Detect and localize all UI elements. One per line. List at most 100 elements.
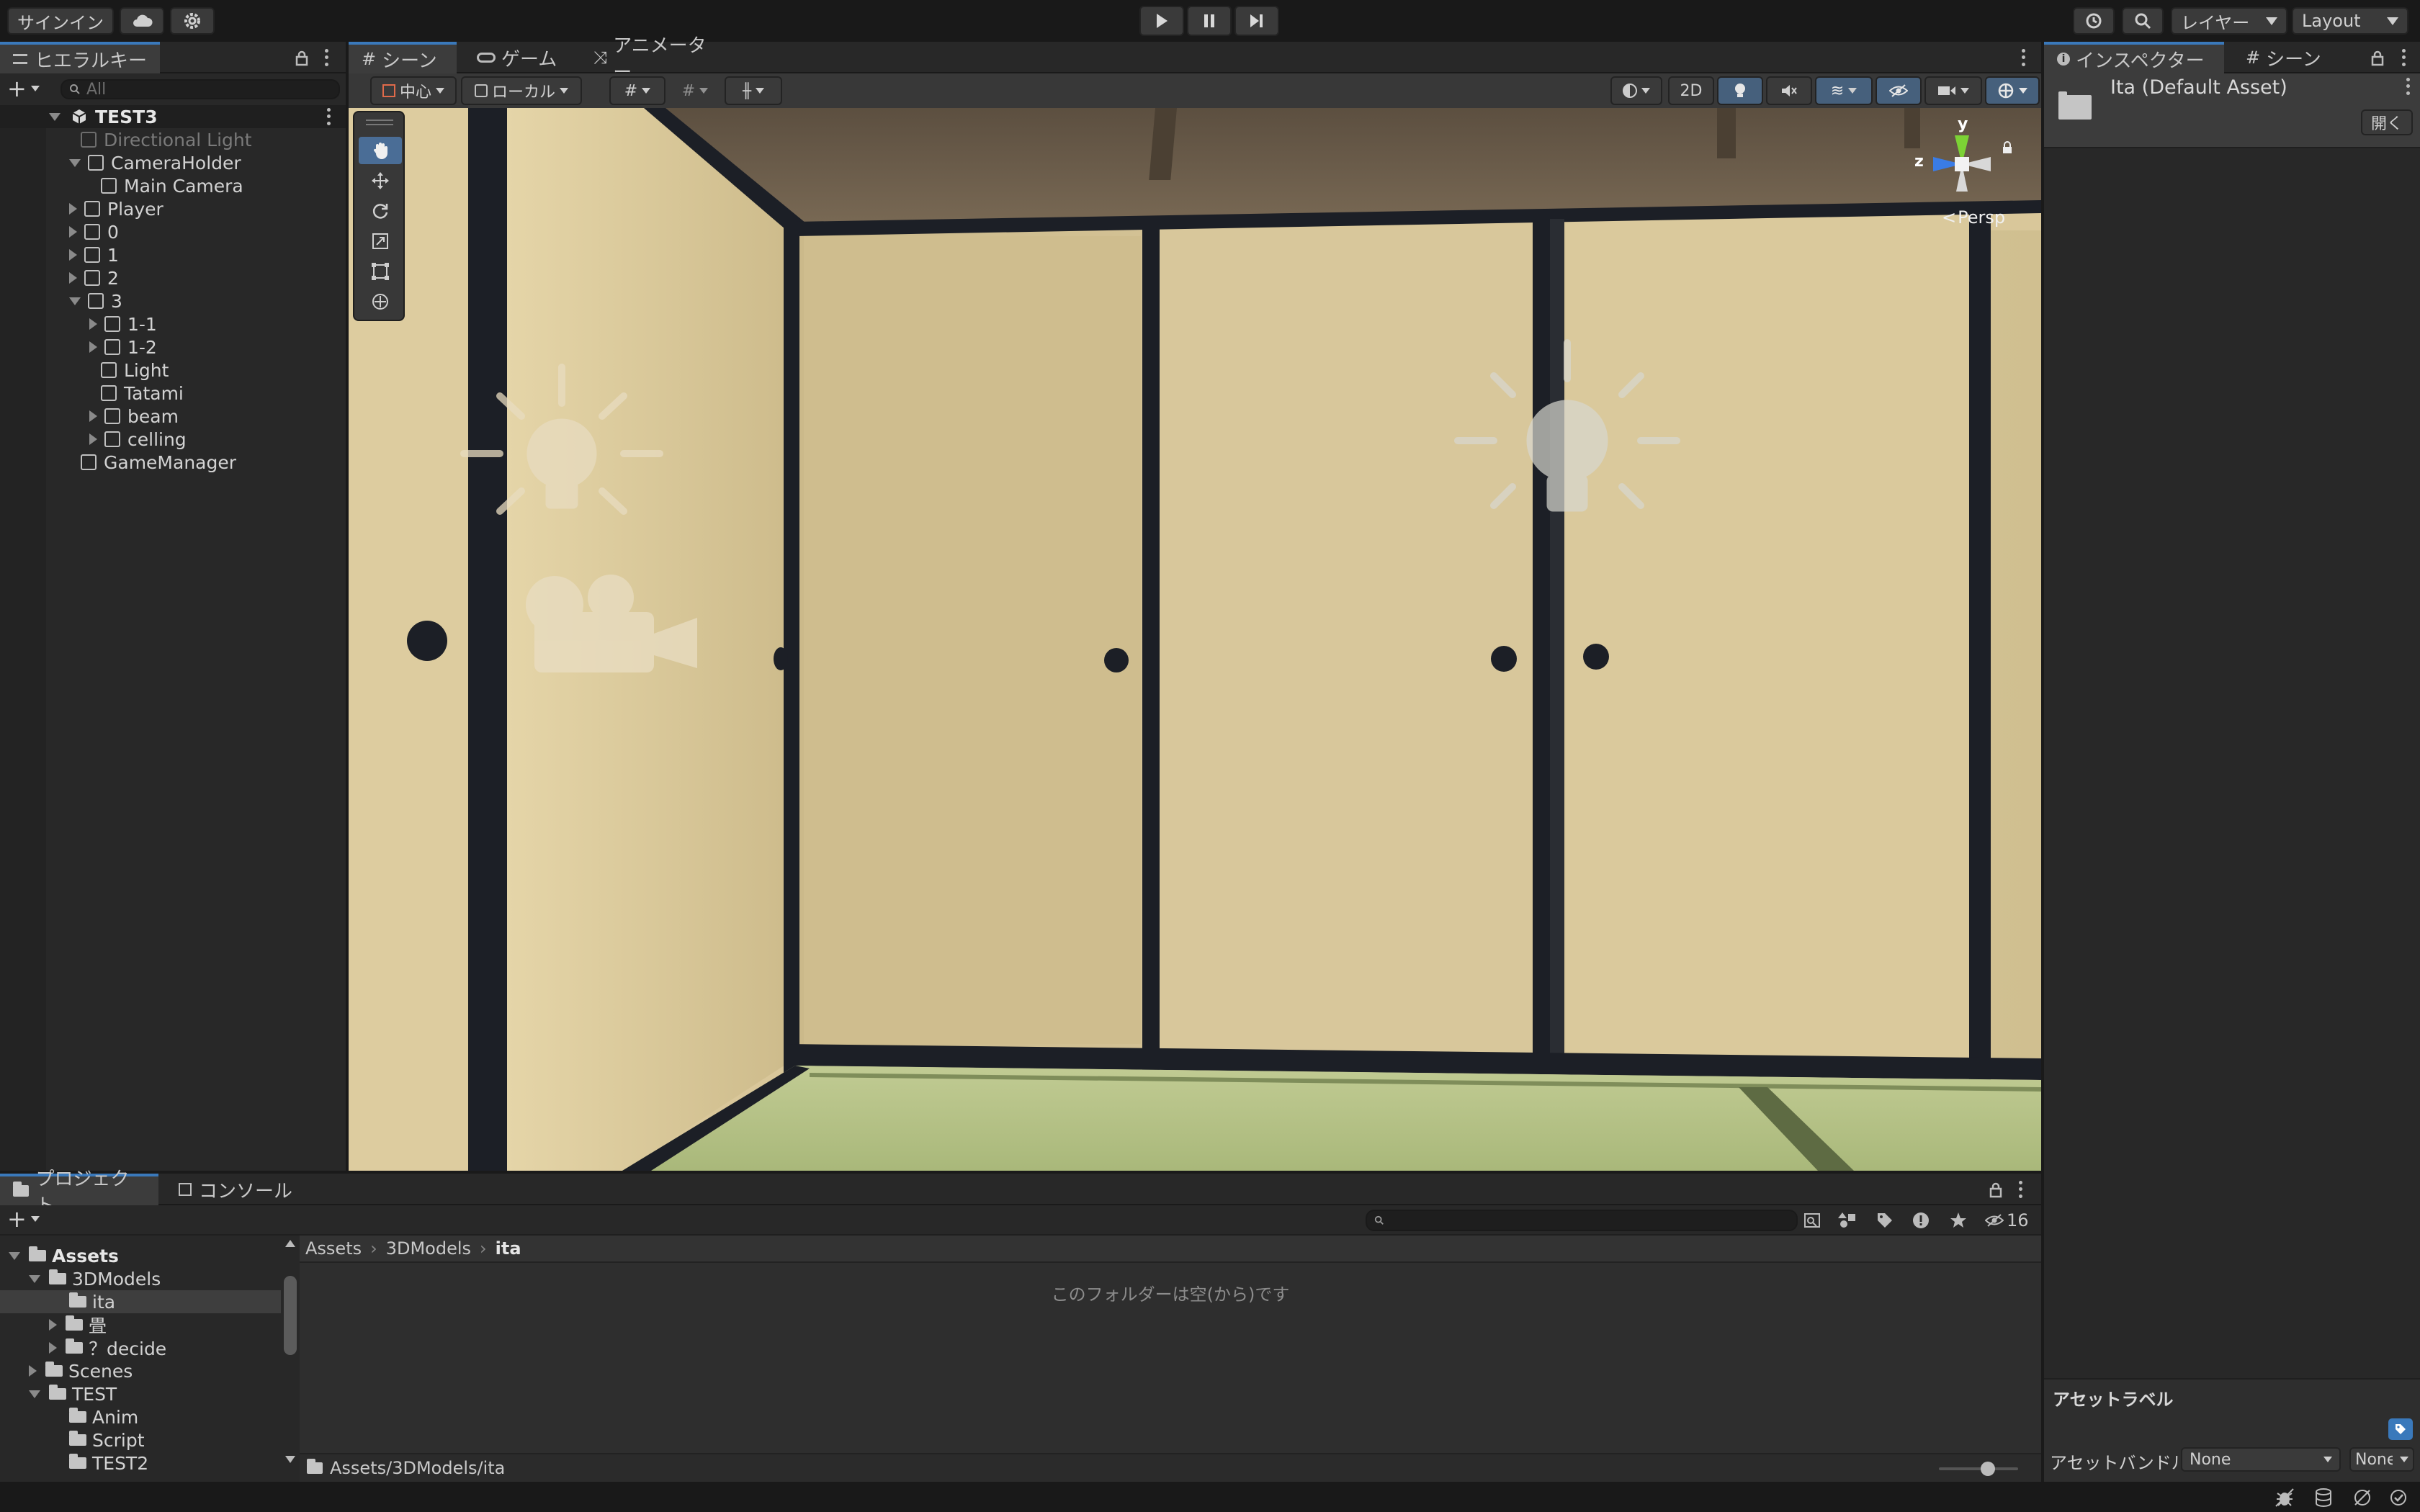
scene-row[interactable]: TEST3 <box>0 105 346 128</box>
effects-dropdown[interactable]: ≋ <box>1815 76 1873 105</box>
expand-arrow[interactable] <box>69 158 81 167</box>
auto-generate-lighting-icon[interactable] <box>2352 1488 2372 1508</box>
hierarchy-item[interactable]: 3 <box>0 289 346 312</box>
hierarchy-item[interactable]: 0 <box>0 220 346 243</box>
lock-icon[interactable] <box>2002 141 2012 154</box>
tab-scene[interactable]: # シーン <box>349 42 457 73</box>
collapse-arrow[interactable] <box>29 1365 37 1377</box>
project-tree-item[interactable]: ita <box>0 1290 281 1313</box>
lock-icon[interactable] <box>295 50 308 66</box>
more-options-icon[interactable] <box>323 48 330 68</box>
shading-mode-dropdown[interactable] <box>1610 76 1662 105</box>
tab-game[interactable]: ゲーム <box>464 42 572 73</box>
label-tag-button[interactable] <box>2388 1418 2413 1440</box>
bug-icon[interactable] <box>2275 1488 2295 1508</box>
expand-arrow[interactable] <box>9 1251 20 1260</box>
hierarchy-item[interactable]: Tatami <box>0 382 346 405</box>
project-tree-item[interactable]: TEST2 <box>0 1452 281 1475</box>
scroll-thumb[interactable] <box>284 1276 297 1355</box>
collapse-arrow[interactable] <box>69 249 77 261</box>
grid-snap-button[interactable]: # <box>609 76 666 105</box>
progress-check-icon[interactable] <box>2388 1488 2408 1508</box>
align-button[interactable]: ╫ <box>725 76 782 105</box>
hierarchy-item[interactable]: Player <box>0 197 346 220</box>
asset-bundle-dropdown[interactable]: None <box>2181 1447 2341 1472</box>
hierarchy-item[interactable]: 2 <box>0 266 346 289</box>
camera-settings-dropdown[interactable] <box>1924 76 1982 105</box>
asset-variant-dropdown[interactable]: None <box>2349 1447 2414 1472</box>
project-search-input[interactable] <box>1366 1210 1798 1231</box>
breadcrumb-3dmodels[interactable]: 3DModels <box>386 1238 471 1259</box>
hierarchy-item[interactable]: GameManager <box>0 451 346 474</box>
hand-tool-button[interactable] <box>359 137 402 164</box>
expand-arrow[interactable] <box>29 1390 40 1398</box>
increment-snap-button[interactable]: # <box>670 76 720 105</box>
tab-animator[interactable]: ⤨ アニメーター <box>581 35 725 84</box>
audio-toggle[interactable] <box>1766 76 1812 105</box>
expand-arrow[interactable] <box>29 1274 40 1283</box>
filter-type-icon[interactable] <box>1838 1211 1858 1230</box>
tab-project[interactable]: プロジェクト <box>0 1169 158 1217</box>
hierarchy-item[interactable]: Light <box>0 359 346 382</box>
move-tool-button[interactable] <box>359 167 402 194</box>
create-button[interactable]: + <box>7 1205 46 1233</box>
expand-arrow[interactable] <box>49 112 60 121</box>
projection-label[interactable]: < Persp <box>1942 207 2005 228</box>
zoom-slider-thumb[interactable] <box>1981 1462 1995 1476</box>
star-icon[interactable] <box>1949 1211 1968 1230</box>
services-button[interactable] <box>170 7 215 35</box>
tab-hierarchy[interactable]: ヒエラルキー <box>0 42 160 73</box>
hierarchy-item[interactable]: Main Camera <box>0 174 346 197</box>
hidden-count[interactable]: 16 <box>1985 1208 2029 1233</box>
search-type-icon[interactable] <box>1803 1212 1822 1230</box>
undo-history-button[interactable] <box>2073 7 2115 35</box>
project-tree-item[interactable]: TEST <box>0 1382 281 1405</box>
project-tree-item[interactable]: Scenes <box>0 1359 281 1382</box>
open-button[interactable]: 開く <box>2361 109 2413 135</box>
more-options-icon[interactable] <box>2017 1179 2024 1200</box>
more-options-icon[interactable] <box>2404 76 2411 96</box>
scroll-up-arrow[interactable] <box>285 1240 295 1247</box>
lock-icon[interactable] <box>2371 50 2384 66</box>
hierarchy-search-input[interactable]: All <box>60 79 340 99</box>
collapse-arrow[interactable] <box>69 226 77 238</box>
collapse-arrow[interactable] <box>89 410 97 422</box>
rect-tool-button[interactable] <box>359 258 402 285</box>
breadcrumb-assets[interactable]: Assets <box>305 1238 362 1259</box>
breadcrumb-ita[interactable]: ita <box>496 1238 521 1259</box>
warning-filter-icon[interactable] <box>1912 1211 1930 1230</box>
2d-toggle[interactable]: 2D <box>1668 76 1714 105</box>
collapse-arrow[interactable] <box>89 341 97 353</box>
hierarchy-item[interactable]: beam <box>0 405 346 428</box>
collapse-arrow[interactable] <box>69 272 77 284</box>
hierarchy-item[interactable]: celling <box>0 428 346 451</box>
pause-button[interactable] <box>1187 6 1232 36</box>
more-options-icon[interactable] <box>2020 48 2027 68</box>
space-dropdown[interactable]: ローカル <box>461 76 582 105</box>
collapse-arrow[interactable] <box>69 203 77 215</box>
visibility-toggle[interactable] <box>1876 76 1922 105</box>
hierarchy-item[interactable]: 1 <box>0 243 346 266</box>
lighting-toggle[interactable] <box>1717 76 1763 105</box>
collapse-arrow[interactable] <box>89 433 97 445</box>
cache-server-icon[interactable] <box>2313 1488 2334 1508</box>
project-tree-item[interactable]: ？decide <box>0 1336 281 1359</box>
layers-dropdown[interactable]: レイヤー <box>2171 7 2287 35</box>
scale-tool-button[interactable] <box>359 228 402 255</box>
rotate-tool-button[interactable] <box>359 197 402 225</box>
layout-dropdown[interactable]: Layout <box>2292 7 2408 35</box>
search-button[interactable] <box>2122 7 2164 35</box>
project-tree-item[interactable]: Anim <box>0 1405 281 1428</box>
collapse-arrow[interactable] <box>89 318 97 330</box>
hierarchy-item[interactable]: 1-1 <box>0 312 346 336</box>
gizmos-dropdown[interactable] <box>1985 76 2040 105</box>
create-button[interactable]: + <box>7 75 46 102</box>
hierarchy-item[interactable]: Directional Light <box>0 128 346 151</box>
step-button[interactable] <box>1234 6 1279 36</box>
scene-viewport[interactable]: y z < Persp <box>349 108 2041 1171</box>
tab-console[interactable]: コンソール <box>166 1174 310 1205</box>
play-button[interactable] <box>1139 6 1184 36</box>
label-filter-icon[interactable] <box>1876 1211 1894 1230</box>
scroll-down-arrow[interactable] <box>285 1456 295 1463</box>
project-tree-item[interactable]: 3DModels <box>0 1267 281 1290</box>
